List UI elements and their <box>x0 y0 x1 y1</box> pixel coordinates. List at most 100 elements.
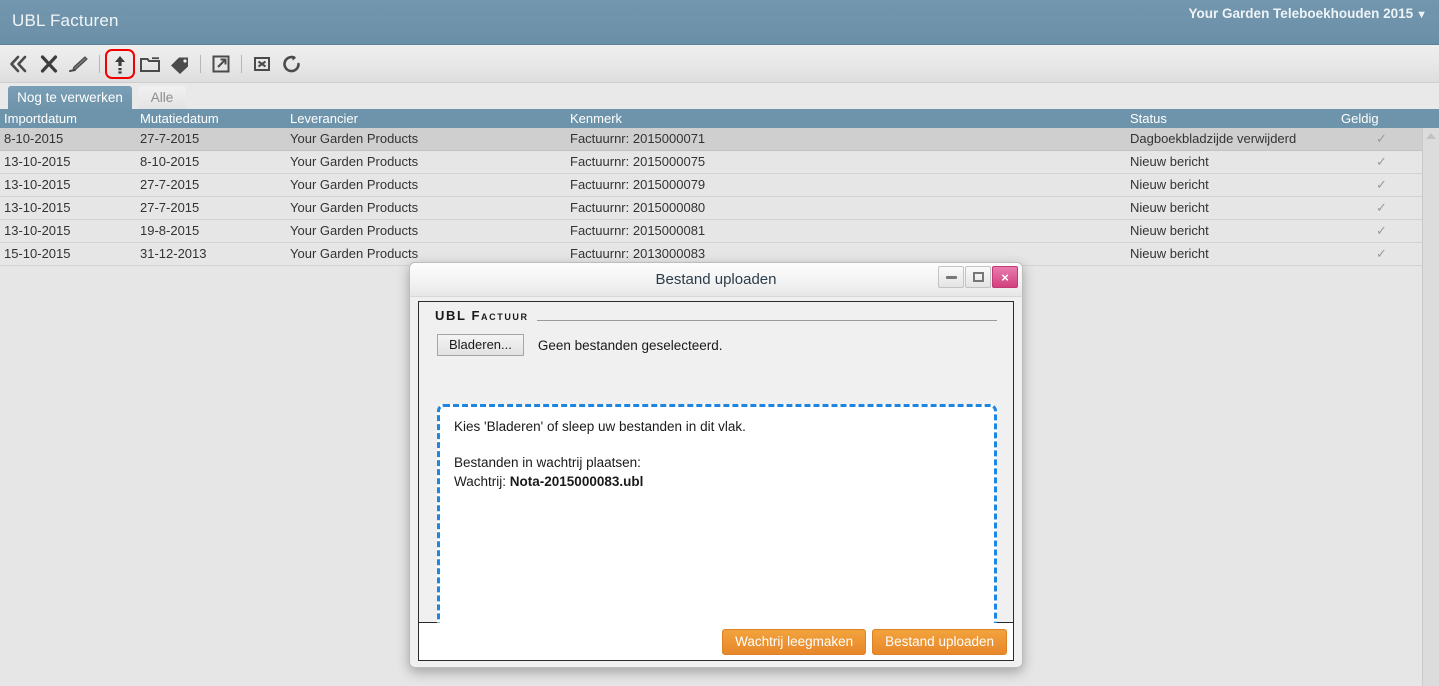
cell-kenmerk: Factuurnr: 2015000071 <box>570 131 706 146</box>
edit-pencil-button[interactable] <box>64 49 94 79</box>
cell-geldig-check: ✓ <box>1376 246 1387 261</box>
grid-body: 8-10-2015 27-7-2015 Your Garden Products… <box>0 128 1439 266</box>
dropzone-text: Kies 'Bladeren' of sleep uw bestanden in… <box>454 417 746 491</box>
minimize-icon <box>945 275 957 279</box>
dropzone-queue-heading: Bestanden in wachtrij plaatsen: <box>454 455 641 470</box>
pencil-edit-icon <box>68 54 90 74</box>
fieldset-legend: UBL Factuur <box>435 308 537 323</box>
cell-importdatum: 13-10-2015 <box>4 223 71 238</box>
upload-dialog: Bestand uploaden × UBL Factuur Bladeren.… <box>409 262 1023 668</box>
collapse-double-left-button[interactable] <box>4 49 34 79</box>
folder-open-icon <box>139 54 161 74</box>
refresh-icon <box>281 54 303 74</box>
dialog-footer-buttons: Wachtrij leegmaken Bestand uploaden <box>716 629 1007 655</box>
dropzone-spacer <box>454 436 746 453</box>
dialog-titlebar[interactable]: Bestand uploaden × <box>410 263 1022 297</box>
cell-status: Nieuw bericht <box>1130 246 1209 261</box>
minimize-button[interactable] <box>938 266 964 288</box>
cell-leverancier: Your Garden Products <box>290 246 419 261</box>
chevron-down-icon: ▼ <box>1416 9 1427 21</box>
image-placeholder-icon <box>252 54 272 74</box>
cell-kenmerk: Factuurnr: 2015000079 <box>570 177 706 192</box>
tab-nog-te-verwerken[interactable]: Nog te verwerken <box>8 86 132 109</box>
cell-mutatiedatum: 8-10-2015 <box>140 154 200 169</box>
cell-leverancier: Your Garden Products <box>290 131 419 146</box>
company-selector-label: Your Garden Teleboekhouden 2015 <box>1188 6 1414 21</box>
cell-geldig-check: ✓ <box>1376 154 1387 169</box>
cell-geldig-check: ✓ <box>1376 200 1387 215</box>
dialog-footer: Wachtrij leegmaken Bestand uploaden <box>418 623 1014 661</box>
table-row[interactable]: 13-10-2015 19-8-2015 Your Garden Product… <box>0 220 1439 243</box>
maximize-button[interactable] <box>965 266 991 288</box>
file-dropzone[interactable]: Kies 'Bladeren' of sleep uw bestanden in… <box>437 404 997 656</box>
grid-header-row: Importdatum Mutatiedatum Leverancier Ken… <box>0 109 1439 128</box>
close-icon: × <box>1001 269 1009 285</box>
toolbar-divider-2 <box>200 55 201 73</box>
cell-kenmerk: Factuurnr: 2015000080 <box>570 200 706 215</box>
table-row[interactable]: 13-10-2015 27-7-2015 Your Garden Product… <box>0 197 1439 220</box>
collapse-double-left-icon <box>8 54 30 74</box>
tag-button[interactable] <box>165 49 195 79</box>
cell-importdatum: 13-10-2015 <box>4 177 71 192</box>
upload-file-toolbar-button[interactable] <box>105 49 135 79</box>
open-external-icon <box>211 54 231 74</box>
clear-queue-button[interactable]: Wachtrij leegmaken <box>722 629 867 655</box>
cell-mutatiedatum: 31-12-2013 <box>140 246 207 261</box>
selected-file-label: Geen bestanden geselecteerd. <box>537 337 723 353</box>
column-header-importdatum[interactable]: Importdatum <box>4 110 77 127</box>
tag-icon <box>169 54 191 74</box>
column-header-kenmerk[interactable]: Kenmerk <box>570 110 622 127</box>
page-title: UBL Facturen <box>12 11 119 30</box>
column-header-mutatiedatum[interactable]: Mutatiedatum <box>140 110 219 127</box>
browse-button[interactable]: Bladeren... <box>437 334 524 356</box>
app-header: UBL Facturen Your Garden Teleboekhouden … <box>0 0 1439 45</box>
table-row[interactable]: 8-10-2015 27-7-2015 Your Garden Products… <box>0 128 1439 151</box>
cell-leverancier: Your Garden Products <box>290 223 419 238</box>
cell-geldig-check: ✓ <box>1376 177 1387 192</box>
delete-button[interactable] <box>34 49 64 79</box>
toolbar-icon-group <box>4 45 307 83</box>
column-header-leverancier[interactable]: Leverancier <box>290 110 358 127</box>
cell-status: Dagboekbladzijde verwijderd <box>1130 131 1297 146</box>
column-header-status[interactable]: Status <box>1130 110 1167 127</box>
table-row[interactable]: 13-10-2015 27-7-2015 Your Garden Product… <box>0 174 1439 197</box>
file-input-row: Bladeren... Geen bestanden geselecteerd. <box>437 334 723 356</box>
maximize-icon <box>972 272 984 282</box>
toolbar-divider <box>99 55 100 73</box>
cell-mutatiedatum: 27-7-2015 <box>140 200 200 215</box>
delete-x-icon <box>39 54 59 74</box>
cell-importdatum: 8-10-2015 <box>4 131 64 146</box>
tab-alle[interactable]: Alle <box>138 86 186 109</box>
image-placeholder-button[interactable] <box>247 49 277 79</box>
table-row[interactable]: 13-10-2015 8-10-2015 Your Garden Product… <box>0 151 1439 174</box>
cell-status: Nieuw bericht <box>1130 223 1209 238</box>
upload-arrow-icon <box>111 54 129 74</box>
dialog-window-buttons: × <box>937 266 1018 288</box>
grid-vertical-scrollbar[interactable] <box>1422 128 1439 686</box>
open-external-button[interactable] <box>206 49 236 79</box>
upload-file-button[interactable]: Bestand uploaden <box>872 629 1007 655</box>
column-header-geldig[interactable]: Geldig <box>1341 110 1379 127</box>
close-button[interactable]: × <box>992 266 1018 288</box>
refresh-button[interactable] <box>277 49 307 79</box>
open-folder-button[interactable] <box>135 49 165 79</box>
cell-importdatum: 13-10-2015 <box>4 200 71 215</box>
toolbar <box>0 45 1439 83</box>
queue-label: Wachtrij: <box>454 474 507 489</box>
cell-mutatiedatum: 19-8-2015 <box>140 223 200 238</box>
cell-status: Nieuw bericht <box>1130 177 1209 192</box>
queue-file-name: Nota-2015000083.ubl <box>509 474 644 489</box>
cell-mutatiedatum: 27-7-2015 <box>140 131 200 146</box>
cell-importdatum: 15-10-2015 <box>4 246 71 261</box>
cell-leverancier: Your Garden Products <box>290 200 419 215</box>
cell-geldig-check: ✓ <box>1376 131 1387 146</box>
cell-kenmerk: Factuurnr: 2015000075 <box>570 154 706 169</box>
dialog-title: Bestand uploaden <box>655 271 777 288</box>
dialog-body: UBL Factuur Bladeren... Geen bestanden g… <box>418 301 1014 656</box>
tabbar: Nog te verwerken Alle <box>0 83 1439 109</box>
cell-leverancier: Your Garden Products <box>290 154 419 169</box>
scroll-up-arrow-icon[interactable] <box>1426 133 1436 139</box>
company-selector[interactable]: Your Garden Teleboekhouden 2015 ▼ <box>1189 6 1427 21</box>
cell-kenmerk: Factuurnr: 2015000081 <box>570 223 706 238</box>
cell-status: Nieuw bericht <box>1130 154 1209 169</box>
